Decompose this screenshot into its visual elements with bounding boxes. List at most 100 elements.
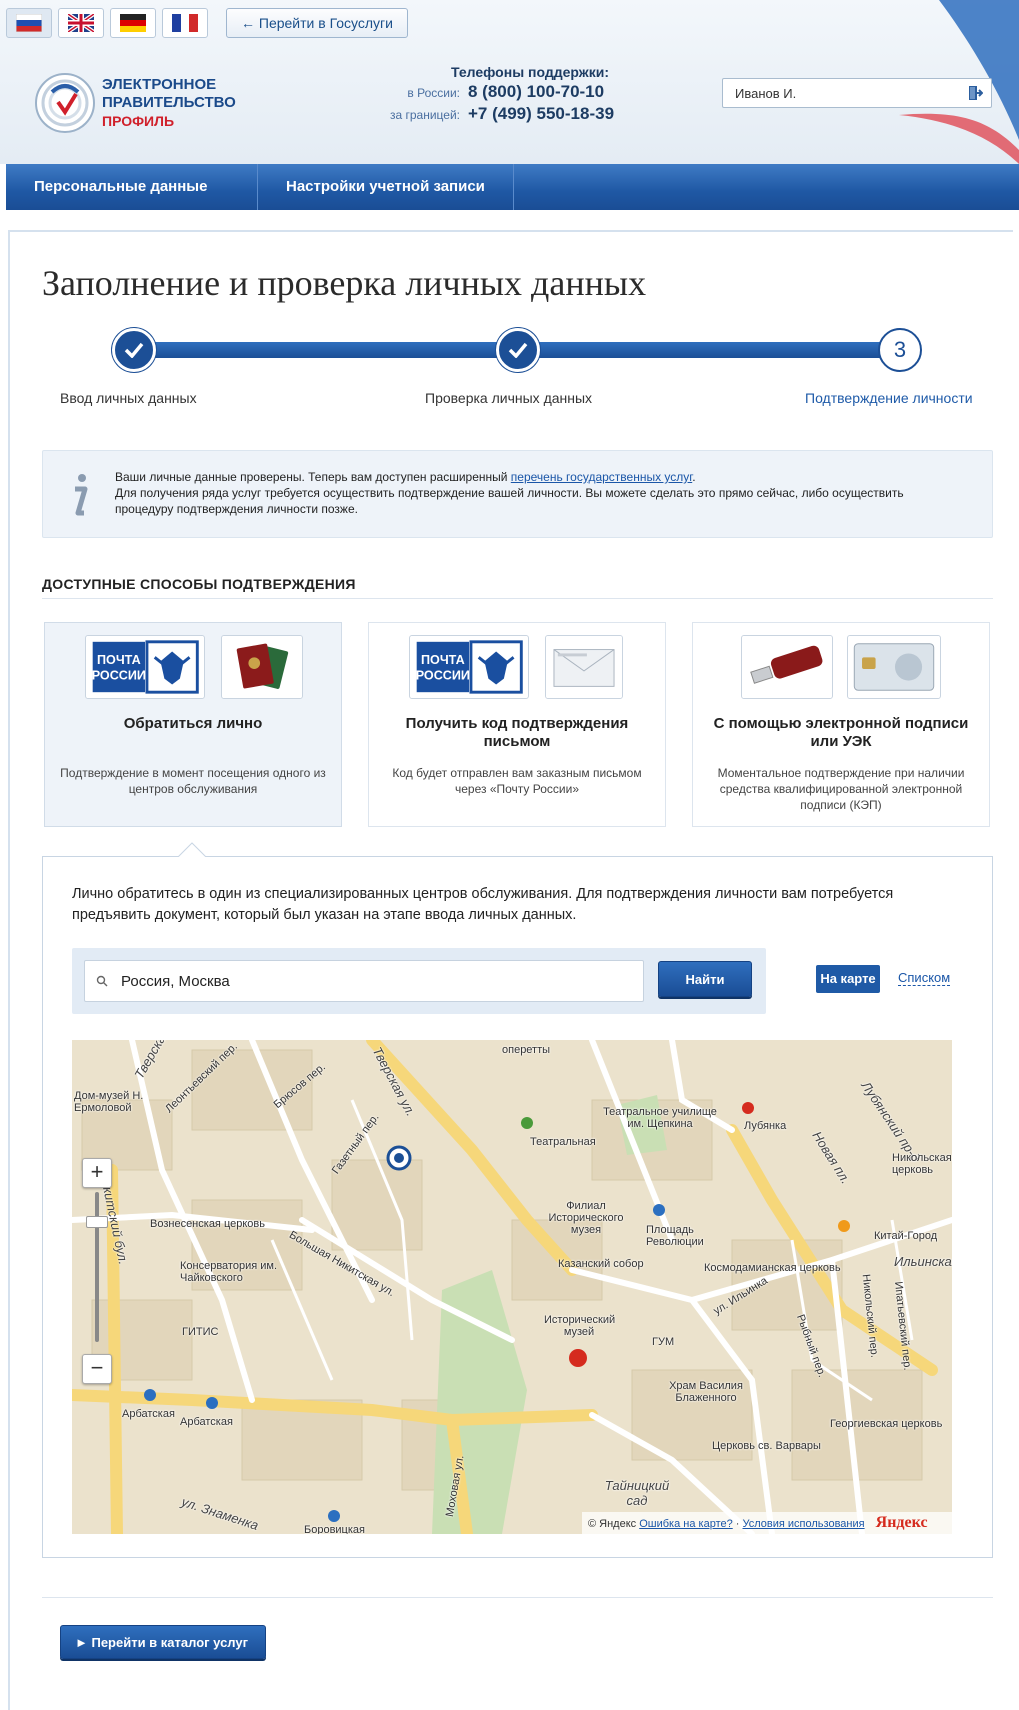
map-place-label: Космодамианская церковь xyxy=(704,1262,841,1274)
map-place-label: Филиал Исторического музея xyxy=(548,1200,624,1236)
lang-en-button[interactable] xyxy=(58,8,104,38)
main-nav: Персональные данные Настройки учетной за… xyxy=(6,164,1019,210)
lang-de-button[interactable] xyxy=(110,8,156,38)
map-place-label: оперетты xyxy=(502,1044,551,1056)
map-place-label: Ильинская xyxy=(894,1254,952,1269)
go-to-catalog-button[interactable]: ► Перейти в каталог услуг xyxy=(60,1625,266,1659)
pochta-line1: ПОЧТА xyxy=(421,653,465,667)
pochta-russia-icon: ПОЧТА РОССИИ xyxy=(86,636,204,698)
checkmark-icon xyxy=(508,342,528,358)
map-place-label: Казанский собор xyxy=(558,1258,644,1270)
method-card-by-letter[interactable]: ПОЧТА РОССИИ Получить код подтверждения … xyxy=(368,622,666,827)
nav-personal-data[interactable]: Персональные данные xyxy=(6,164,258,210)
method-desc-in-person: Подтверждение в момент посещения одного … xyxy=(60,766,326,796)
map-place-label: Никольская церковь xyxy=(892,1152,952,1176)
logout-icon[interactable] xyxy=(967,85,983,101)
uek-card-icon xyxy=(848,636,940,698)
method-desc-e-signature: Моментальное подтверждение при наличии с… xyxy=(717,766,965,812)
map-place-label: Церковь св. Варвары xyxy=(712,1440,821,1452)
flag-germany-icon xyxy=(120,14,146,32)
progress-stepper: 3 xyxy=(112,328,922,372)
map-place-label: Дом-музей Н. Ермоловой xyxy=(74,1090,144,1114)
logo-line1: ЭЛЕКТРОННОЕ xyxy=(102,76,217,93)
egov-logo-icon xyxy=(35,73,95,133)
page-title: Заполнение и проверка личных данных xyxy=(42,263,647,303)
map-place-label: Арбатская xyxy=(180,1416,233,1428)
egov-logo-text: ЭЛЕКТРОННОЕ ПРАВИТЕЛЬСТВО ПРОФИЛЬ xyxy=(102,76,236,130)
support-abroad-label: за границей: xyxy=(389,108,460,122)
support-russia-label: в России: xyxy=(407,86,460,100)
pochta-logo-image: ПОЧТА РОССИИ xyxy=(409,635,529,699)
map-place-label: Китай-Город xyxy=(874,1230,938,1242)
map-base-layer xyxy=(72,1040,952,1534)
address-search-input[interactable] xyxy=(84,960,644,1002)
step-1-circle xyxy=(112,328,156,372)
yandex-map[interactable]: Тверская ул. Тверская Новая пл. Лубянски… xyxy=(72,1040,952,1534)
method-title-in-person: Обратиться лично xyxy=(123,715,263,732)
zoom-out-button[interactable]: − xyxy=(82,1354,112,1384)
map-place-label: Храм Василия Блаженного xyxy=(669,1380,743,1404)
method-desc-by-letter: Код будет отправлен вам заказным письмом… xyxy=(392,766,642,796)
user-name: Иванов И. xyxy=(735,85,797,101)
pochta-line1: ПОЧТА xyxy=(97,653,141,667)
flag-france-icon xyxy=(172,14,198,32)
search-icon xyxy=(96,975,108,987)
info-line1-suffix: . xyxy=(692,470,696,484)
tab-on-map[interactable]: На карте xyxy=(816,965,880,993)
map-error-link[interactable]: Ошибка на карте? xyxy=(639,1518,733,1530)
info-box: Ваши личные данные проверены. Теперь вам… xyxy=(42,450,993,538)
zoom-slider-track[interactable] xyxy=(95,1192,99,1342)
map-place-label: Тайницкий сад xyxy=(604,1478,670,1508)
usb-token-icon xyxy=(742,636,832,698)
passport-icon xyxy=(222,636,302,698)
user-menu[interactable]: Иванов И. xyxy=(722,78,992,108)
info-text: Ваши личные данные проверены. Теперь вам… xyxy=(115,469,955,517)
map-place-label: Исторический музей xyxy=(544,1314,616,1338)
support-russia-row: в России: 8 (800) 100-70-10 xyxy=(380,82,680,102)
info-line1: Ваши личные данные проверены. Теперь вам… xyxy=(115,470,511,484)
map-zoom-control: + − xyxy=(82,1158,112,1384)
zoom-in-button[interactable]: + xyxy=(82,1158,112,1188)
lang-fr-button[interactable] xyxy=(162,8,208,38)
map-place-label: Вознесенская церковь xyxy=(150,1218,265,1230)
lang-ru-button[interactable] xyxy=(6,8,52,38)
map-terms-link[interactable]: Условия использования xyxy=(743,1518,865,1530)
support-russia-phone: 8 (800) 100-70-10 xyxy=(468,82,605,101)
pochta-logo-image: ПОЧТА РОССИИ xyxy=(85,635,205,699)
logo-line3: ПРОФИЛЬ xyxy=(102,113,175,129)
pochta-russia-icon: ПОЧТА РОССИИ xyxy=(410,636,528,698)
section-title: ДОСТУПНЫЕ СПОСОБЫ ПОДТВЕРЖДЕНИЯ xyxy=(42,576,356,592)
panel-instructions: Лично обратитесь в один из специализиров… xyxy=(72,886,894,923)
tab-list-view[interactable]: Списком xyxy=(898,970,951,986)
method-title-by-letter: Получить код подтверждения письмом xyxy=(405,715,629,750)
logo-line2: ПРАВИТЕЛЬСТВО xyxy=(102,94,236,111)
services-list-link[interactable]: перечень государственных услуг xyxy=(511,470,692,484)
method-card-e-signature[interactable]: С помощью электронной подписи или УЭК Мо… xyxy=(692,622,990,827)
find-button[interactable]: Найти xyxy=(658,961,752,997)
info-line2: Для получения ряда услуг требуется осуще… xyxy=(115,486,904,516)
pochta-line2: РОССИИ xyxy=(416,669,470,683)
yandex-logo: Яндекс xyxy=(875,1514,928,1531)
flag-russia-icon xyxy=(16,14,42,32)
map-place-label: Георгиевская церковь xyxy=(830,1418,943,1430)
map-place-label: Театральная xyxy=(530,1136,596,1148)
checkmark-icon xyxy=(124,342,144,358)
info-icon xyxy=(75,474,88,516)
gosuslugi-link[interactable]: ← Перейти в Госуслуги xyxy=(226,8,408,38)
map-place-label: ГУМ xyxy=(652,1336,675,1348)
method-title-e-signature: С помощью электронной подписи или УЭК xyxy=(713,715,969,750)
step-3-label: Подтверждение личности xyxy=(805,390,973,406)
map-place-label: Площадь Революции xyxy=(646,1224,704,1248)
nav-account-settings[interactable]: Настройки учетной записи xyxy=(258,164,514,210)
map-place-label: Консерватория им. Чайковского xyxy=(180,1260,278,1284)
section-divider xyxy=(42,598,993,599)
method-card-in-person[interactable]: ПОЧТА РОССИИ Обратиться лично Подтвержде… xyxy=(44,622,342,827)
panel-pointer-arrow xyxy=(178,842,206,858)
uek-card-image xyxy=(847,635,941,699)
support-phones: Телефоны поддержки: в России: 8 (800) 10… xyxy=(380,64,680,124)
map-place-label: ГИТИС xyxy=(182,1326,219,1338)
pochta-line2: РОССИИ xyxy=(92,669,146,683)
passport-image xyxy=(221,635,303,699)
zoom-slider-handle[interactable] xyxy=(86,1216,108,1228)
map-place-label: Арбатская xyxy=(122,1408,175,1420)
